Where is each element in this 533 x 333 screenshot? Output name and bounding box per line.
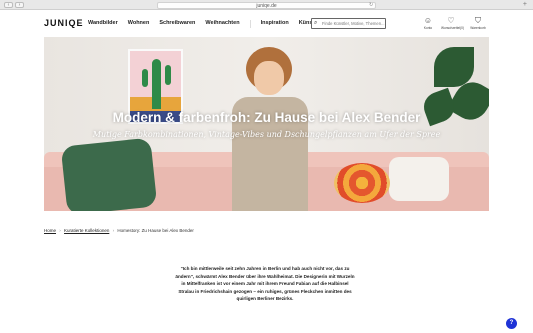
chevron-right-icon: ›: [59, 228, 61, 233]
green-pillow: [60, 137, 158, 211]
forward-button[interactable]: ›: [15, 2, 24, 8]
cart-label: Warenkorb: [470, 26, 486, 30]
nav-item-weihnachten[interactable]: Weihnachten: [205, 20, 239, 28]
site-logo[interactable]: JUNIQE: [44, 18, 84, 28]
nav-divider: [249, 20, 251, 28]
poster-cactus-arm-left: [142, 69, 148, 87]
reload-icon[interactable]: ↻: [369, 2, 373, 8]
cart-button[interactable]: ⛉ Warenkorb: [468, 16, 488, 30]
account-label: Konto: [423, 26, 433, 30]
search-placeholder: Finde Künstler, Motive, Themen...: [322, 21, 385, 26]
user-icon: ☺: [423, 16, 433, 25]
breadcrumb: Home › Kuratierte Kollektionen › Homesto…: [44, 228, 194, 233]
nav-item-schreibwaren[interactable]: Schreibwaren: [159, 20, 195, 28]
intro-paragraph: "Ich bin mittlerweile seit zehn Jahren i…: [175, 266, 355, 301]
nav-item-wandbilder[interactable]: Wandbilder: [88, 20, 118, 28]
search-input[interactable]: ⌕ Finde Künstler, Motive, Themen...: [311, 18, 386, 29]
account-button[interactable]: ☺ Konto: [418, 16, 438, 30]
nav-item-wohnen[interactable]: Wohnen: [128, 20, 150, 28]
chevron-right-icon: ›: [112, 228, 115, 233]
address-bar[interactable]: juniqe.de: [157, 2, 376, 9]
help-button[interactable]: ?: [506, 318, 517, 329]
leaf: [434, 47, 474, 87]
search-icon[interactable]: ⌕: [314, 19, 317, 28]
person: [232, 47, 308, 211]
person-face: [254, 61, 284, 95]
hero-image: Modern & farbenfroh: Zu Hause bei Alex B…: [44, 37, 489, 211]
poster-cactus: [152, 59, 161, 109]
nav-item-inspiration[interactable]: Inspiration: [261, 20, 289, 28]
browser-toolbar: ‹ › juniqe.de ↻ +: [0, 0, 533, 10]
wishlist-label: Wunschzettel(0): [441, 26, 464, 30]
heart-icon: ♡: [447, 16, 455, 25]
new-tab-button[interactable]: +: [523, 1, 527, 8]
back-button[interactable]: ‹: [4, 2, 13, 8]
main-navigation: Wandbilder Wohnen Schreibwaren Weihnacht…: [88, 20, 331, 28]
hero-title: Modern & farbenfroh: Zu Hause bei Alex B…: [112, 110, 421, 125]
poster-cactus-arm-right: [165, 65, 171, 85]
wishlist-button[interactable]: ♡ Wunschzettel(0): [441, 16, 464, 30]
white-pillow: [389, 157, 449, 201]
breadcrumb-home[interactable]: Home: [44, 228, 56, 233]
round-pillow: [334, 163, 390, 203]
bag-icon: ⛉: [475, 16, 481, 25]
breadcrumb-collections[interactable]: Kuratierte Kollektionen: [64, 228, 109, 233]
breadcrumb-current: Homestory: Zu Hause bei Alex Bender: [117, 228, 194, 233]
hero-subtitle: Mutige Farbkombinationen, Vintage-Vibes …: [92, 130, 441, 139]
